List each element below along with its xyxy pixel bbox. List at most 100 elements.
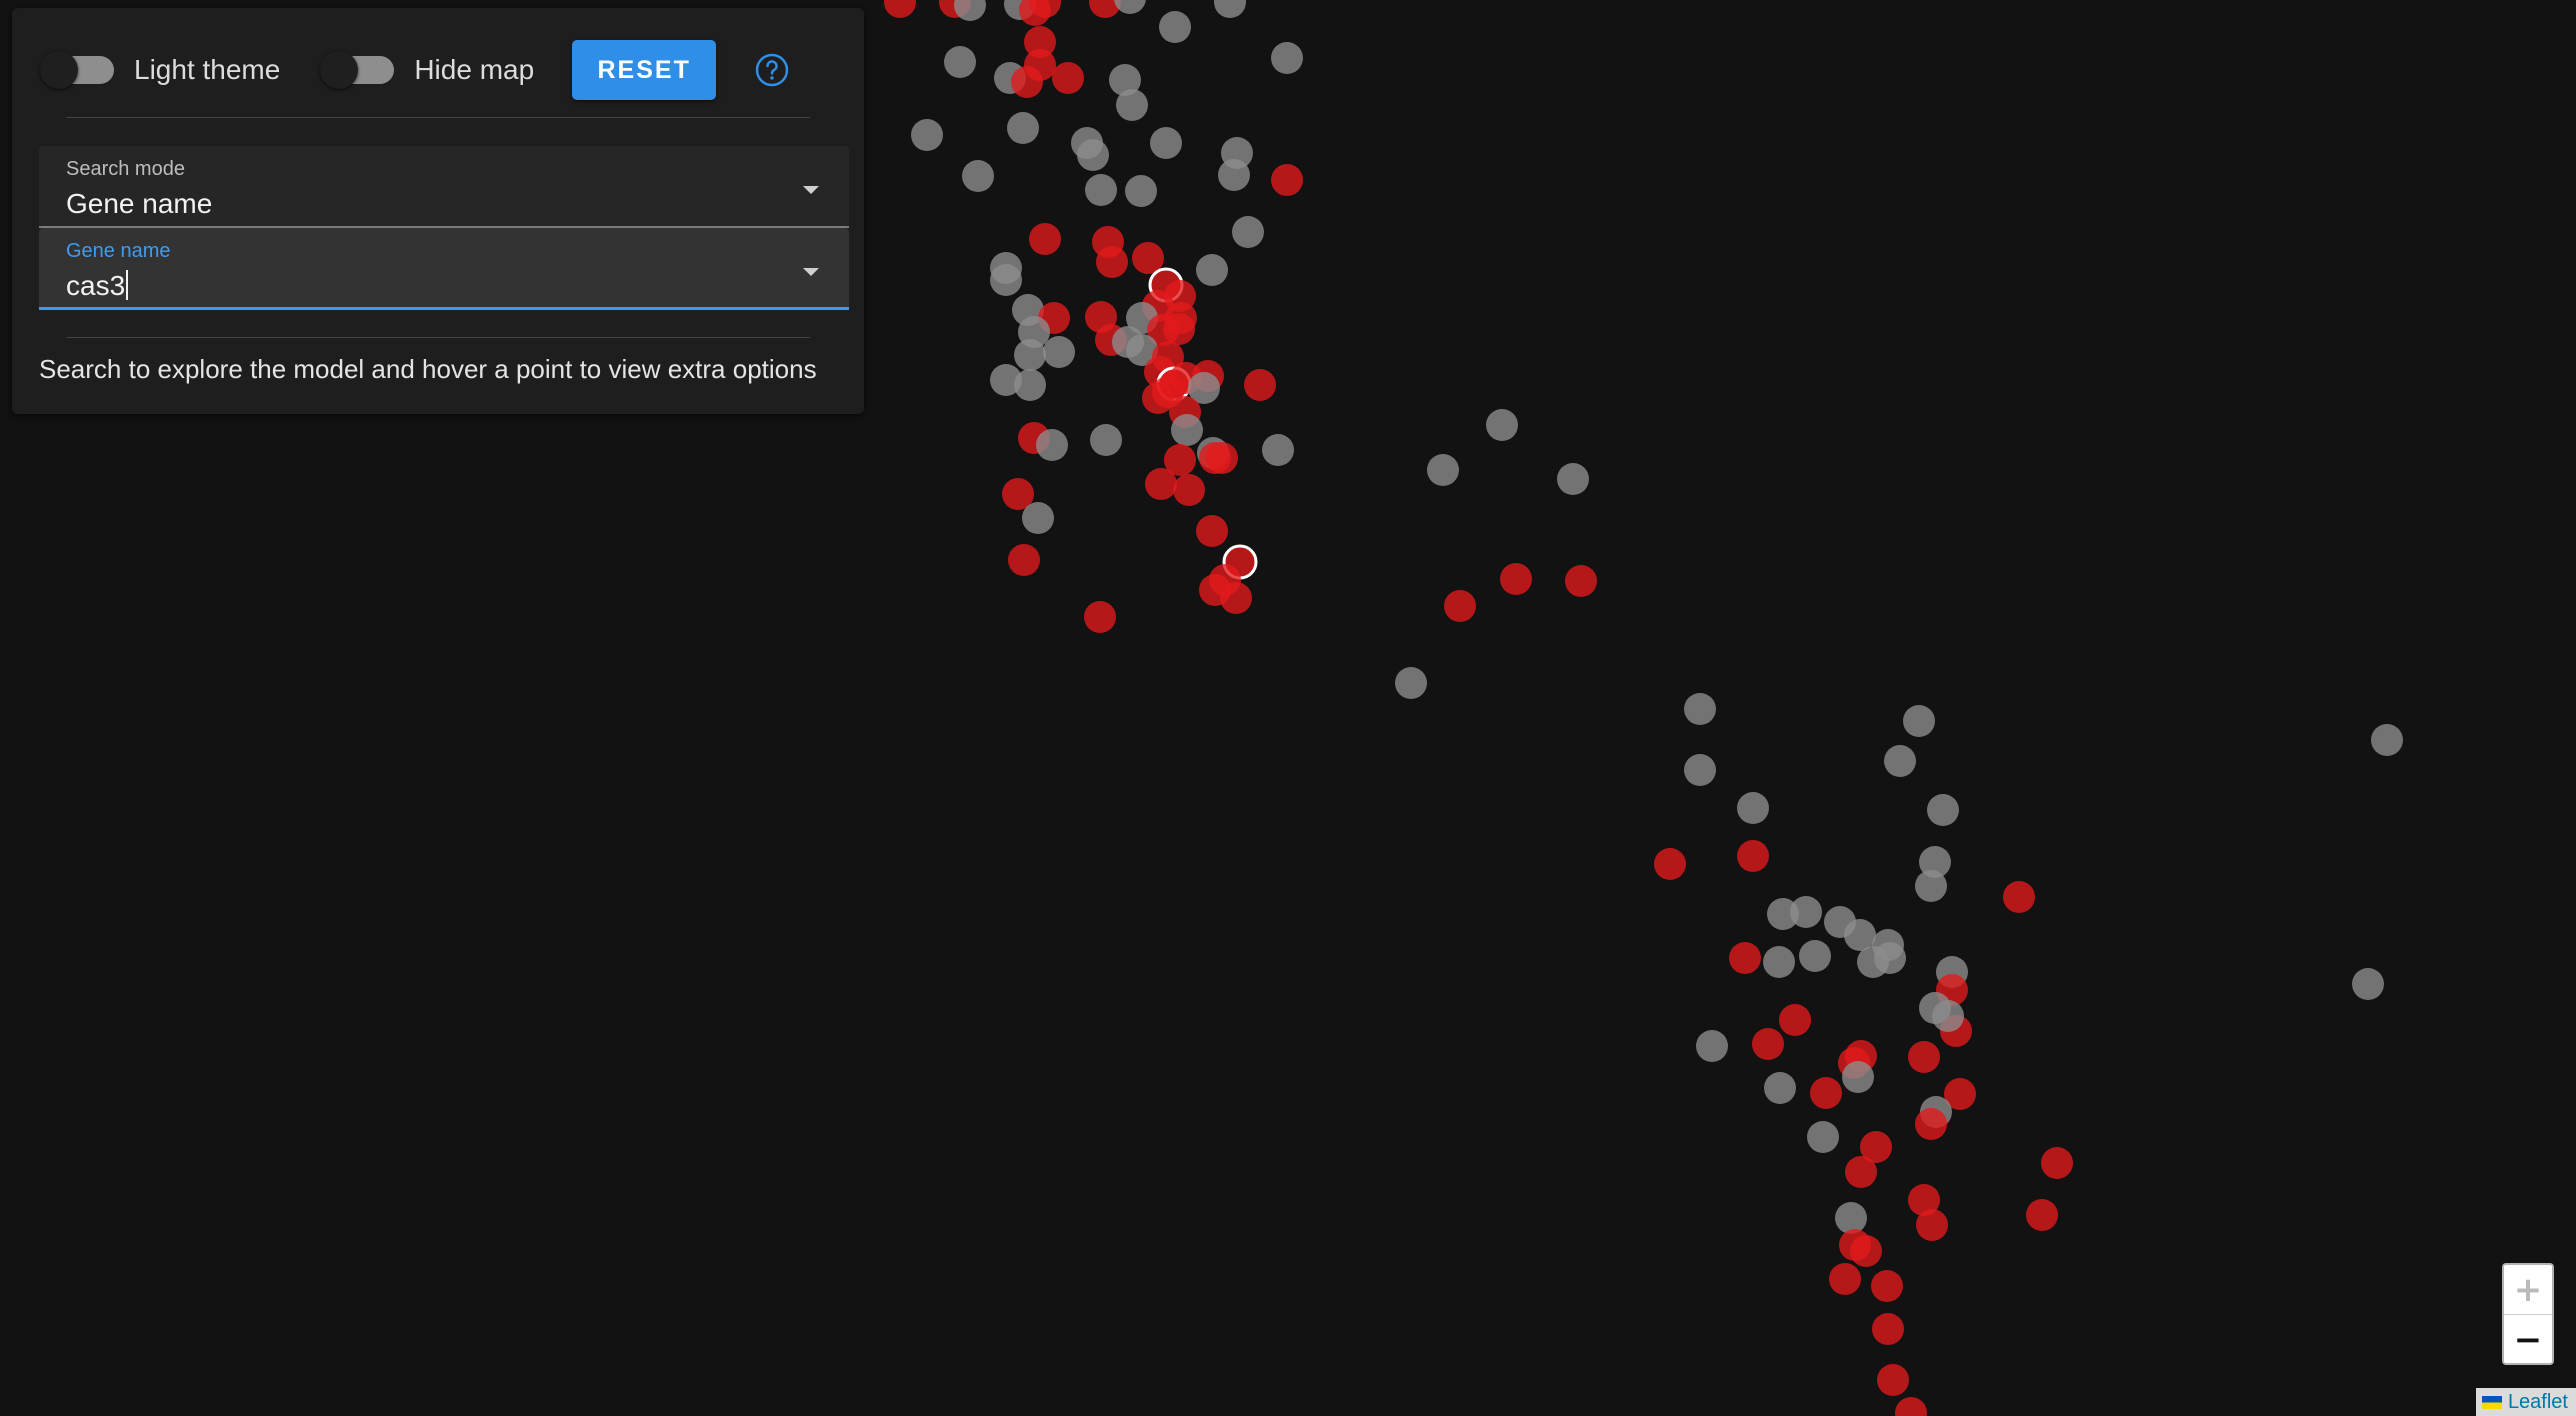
map-point[interactable] [1171, 414, 1203, 446]
map-point[interactable] [2371, 724, 2403, 756]
map-point-match[interactable] [1142, 382, 1174, 414]
map-point[interactable] [1764, 1072, 1796, 1104]
map-point[interactable] [1262, 434, 1294, 466]
map-point-match[interactable] [1916, 1209, 1948, 1241]
light-theme-switch[interactable] [38, 47, 118, 93]
map-point[interactable] [1927, 794, 1959, 826]
map-point[interactable] [1915, 870, 1947, 902]
map-point-match[interactable] [1145, 468, 1177, 500]
map-point[interactable] [1159, 11, 1191, 43]
map-point[interactable] [1486, 409, 1518, 441]
map-point[interactable] [1842, 1061, 1874, 1093]
map-point[interactable] [1043, 336, 1075, 368]
gene-name-label: Gene name [66, 240, 171, 262]
map-point[interactable] [1427, 454, 1459, 486]
map-point-match[interactable] [1915, 1108, 1947, 1140]
map-point-match[interactable] [1173, 474, 1205, 506]
map-point[interactable] [954, 0, 986, 21]
map-point-match[interactable] [1729, 942, 1761, 974]
map-point-match[interactable] [2003, 881, 2035, 913]
map-point[interactable] [1737, 792, 1769, 824]
map-point-match[interactable] [1196, 515, 1228, 547]
map-point[interactable] [1395, 667, 1427, 699]
map-point-match[interactable] [1444, 590, 1476, 622]
map-point[interactable] [1684, 754, 1716, 786]
map-point-match[interactable] [1271, 164, 1303, 196]
map-point-match[interactable] [1779, 1004, 1811, 1036]
map-point-match[interactable] [1872, 1313, 1904, 1345]
control-panel: Light theme Hide map RESET Search mode G… [12, 8, 864, 414]
map-point-match[interactable] [1810, 1077, 1842, 1109]
map-point-match[interactable] [1008, 544, 1040, 576]
map-point[interactable] [911, 119, 943, 151]
map-point[interactable] [990, 264, 1022, 296]
map-point[interactable] [1114, 0, 1146, 14]
map-point[interactable] [2352, 968, 2384, 1000]
map-point[interactable] [1684, 693, 1716, 725]
map-point-match[interactable] [1163, 313, 1195, 345]
hide-map-switch[interactable] [318, 47, 398, 93]
map-point[interactable] [1932, 1000, 1964, 1032]
map-point[interactable] [1090, 424, 1122, 456]
gene-name-input[interactable]: Gene name cas3 [39, 228, 849, 310]
map-point-match[interactable] [1737, 840, 1769, 872]
map-point[interactable] [1014, 369, 1046, 401]
reset-button[interactable]: RESET [572, 40, 717, 100]
map-point[interactable] [1884, 745, 1916, 777]
map-point[interactable] [1150, 127, 1182, 159]
map-point-match[interactable] [1206, 442, 1238, 474]
map-point[interactable] [1214, 0, 1246, 18]
map-point[interactable] [1696, 1030, 1728, 1062]
map-point-match[interactable] [1895, 1397, 1927, 1416]
map-point[interactable] [1125, 175, 1157, 207]
map-point-match[interactable] [1220, 582, 1252, 614]
leaflet-attribution[interactable]: Leaflet [2475, 1388, 2576, 1416]
leaflet-link[interactable]: Leaflet [2508, 1391, 2568, 1414]
map-point-match[interactable] [2026, 1199, 2058, 1231]
map-point-match[interactable] [884, 0, 916, 18]
map-point[interactable] [1116, 89, 1148, 121]
map-point-match[interactable] [1244, 369, 1276, 401]
map-point-match[interactable] [1500, 563, 1532, 595]
map-point-match[interactable] [1654, 848, 1686, 880]
map-point[interactable] [1085, 174, 1117, 206]
map-point-match[interactable] [1877, 1364, 1909, 1396]
map-point[interactable] [1232, 216, 1264, 248]
map-point[interactable] [1196, 254, 1228, 286]
map-point[interactable] [1763, 946, 1795, 978]
map-point-match[interactable] [1029, 223, 1061, 255]
map-point[interactable] [1022, 502, 1054, 534]
map-point[interactable] [1007, 112, 1039, 144]
map-point-match[interactable] [1908, 1041, 1940, 1073]
map-point-match[interactable] [1011, 66, 1043, 98]
map-point-match[interactable] [1084, 601, 1116, 633]
map-point[interactable] [1218, 159, 1250, 191]
search-mode-select[interactable]: Search mode Gene name [39, 146, 849, 228]
map-point[interactable] [1903, 705, 1935, 737]
map-point-match[interactable] [1752, 1028, 1784, 1060]
map-point[interactable] [944, 46, 976, 78]
map-point[interactable] [1557, 463, 1589, 495]
map-point-match[interactable] [1052, 62, 1084, 94]
map-point-match[interactable] [1845, 1156, 1877, 1188]
zoom-out-button[interactable]: − [2504, 1315, 2552, 1363]
map-point[interactable] [1036, 429, 1068, 461]
map-point-match[interactable] [2041, 1147, 2073, 1179]
map-point[interactable] [1799, 940, 1831, 972]
map-point[interactable] [1014, 339, 1046, 371]
search-mode-label: Search mode [66, 158, 185, 180]
map-point-match[interactable] [1850, 1235, 1882, 1267]
zoom-in-button[interactable]: + [2504, 1265, 2552, 1315]
map-point[interactable] [1874, 942, 1906, 974]
map-point-match[interactable] [1096, 246, 1128, 278]
map-point-match[interactable] [1565, 565, 1597, 597]
map-point[interactable] [1807, 1121, 1839, 1153]
map-point-match[interactable] [1871, 1270, 1903, 1302]
map-point[interactable] [962, 160, 994, 192]
help-circle-icon[interactable] [754, 52, 790, 88]
map-point[interactable] [1790, 896, 1822, 928]
map-point[interactable] [1077, 139, 1109, 171]
map-point-match[interactable] [1829, 1263, 1861, 1295]
map-point[interactable] [1835, 1202, 1867, 1234]
map-point[interactable] [1271, 42, 1303, 74]
